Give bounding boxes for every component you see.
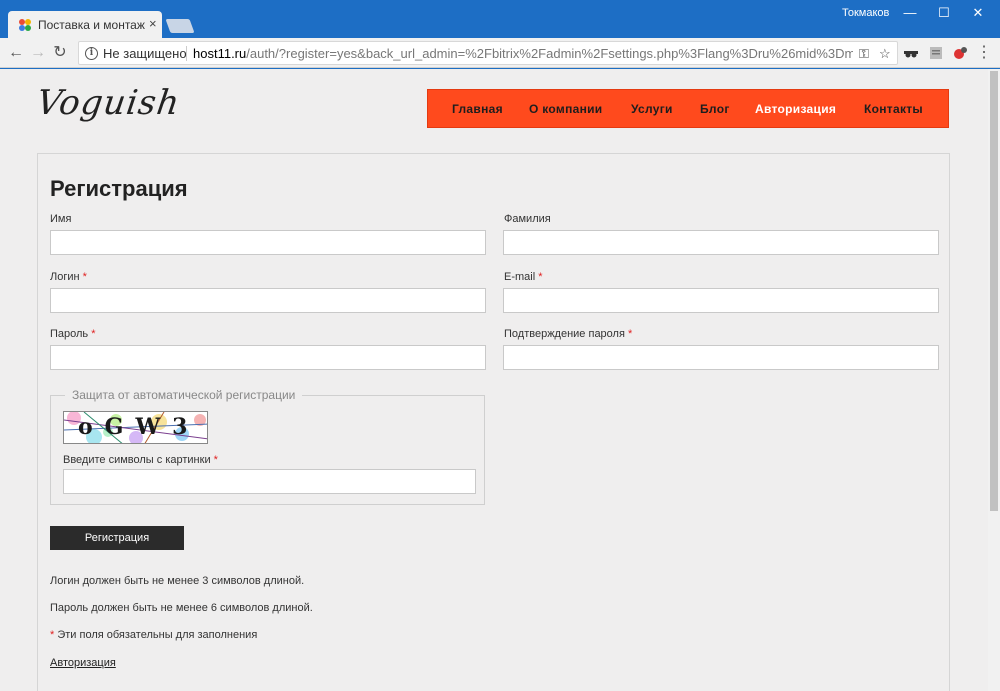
nav-link-about[interactable]: О компании: [529, 102, 603, 116]
email-label: E-mail *: [504, 271, 543, 283]
captcha-image: oGW3: [63, 411, 208, 444]
key-icon[interactable]: ⚿: [859, 46, 869, 62]
required-fields-note: * Эти поля обязательны для заполнения: [50, 629, 257, 641]
bookmark-star-icon[interactable]: ☆: [879, 46, 891, 62]
divider: [186, 46, 187, 61]
reader-extension-icon[interactable]: [929, 47, 943, 59]
captcha-fieldset: Защита от автоматической регистрации oGW…: [50, 388, 485, 505]
page-title: Регистрация: [50, 176, 188, 201]
window-titlebar: Поставка и монтаж холодильного оборудова…: [0, 0, 1000, 38]
new-tab-button[interactable]: [165, 19, 195, 33]
confirm-password-label-text: Подтверждение пароля: [504, 328, 625, 340]
first-name-label-text: Имя: [50, 213, 72, 225]
minimize-button[interactable]: —: [893, 2, 927, 24]
security-status[interactable]: Не защищено: [103, 46, 187, 61]
notification-extension-icon[interactable]: [953, 47, 967, 59]
confirm-password-input[interactable]: [503, 345, 939, 370]
page-viewport: Voguish Главная О компании Услуги Блог А…: [0, 69, 988, 691]
first-name-input[interactable]: [50, 230, 486, 255]
url-text[interactable]: host11.ru/auth/?register=yes&back_url_ad…: [193, 46, 853, 61]
password-label: Пароль *: [50, 328, 96, 340]
nav-link-home[interactable]: Главная: [452, 102, 503, 116]
captcha-input[interactable]: [63, 469, 476, 494]
auth-link[interactable]: Авторизация: [50, 657, 116, 669]
nav-link-blog[interactable]: Блог: [700, 102, 730, 116]
menu-button[interactable]: ⋮: [974, 43, 994, 63]
email-label-text: E-mail: [504, 271, 536, 283]
back-button[interactable]: ←: [6, 43, 26, 63]
info-icon[interactable]: i: [85, 47, 98, 60]
address-bar[interactable]: i Не защищено host11.ru/auth/?register=y…: [78, 41, 898, 65]
site-navigation: Главная О компании Услуги Блог Авторизац…: [427, 89, 949, 128]
required-fields-note-text: Эти поля обязательны для заполнения: [57, 629, 258, 641]
registration-panel: Регистрация Имя Фамилия Логин * E-mail *…: [37, 153, 950, 691]
password-input[interactable]: [50, 345, 486, 370]
nav-link-services[interactable]: Услуги: [631, 102, 673, 116]
required-mark: *: [91, 328, 96, 340]
required-mark: *: [538, 271, 543, 283]
incognito-extension-icon[interactable]: [904, 47, 918, 59]
captcha-text: oGW3: [78, 414, 200, 440]
required-mark: *: [213, 454, 218, 466]
scrollbar-thumb[interactable]: [990, 71, 998, 511]
required-mark: *: [628, 328, 633, 340]
password-label-text: Пароль: [50, 328, 89, 340]
nav-link-auth[interactable]: Авторизация: [755, 102, 836, 116]
url-host: host11.ru: [193, 46, 247, 61]
captcha-legend: Защита от автоматической регистрации: [65, 388, 303, 402]
register-button[interactable]: Регистрация: [50, 526, 184, 550]
password-length-note: Пароль должен быть не менее 6 символов д…: [50, 602, 313, 614]
required-mark: *: [82, 271, 87, 283]
profile-name[interactable]: Токмаков: [842, 7, 889, 19]
confirm-password-label: Подтверждение пароля *: [504, 328, 632, 340]
login-label-text: Логин: [50, 271, 80, 283]
nav-link-contacts[interactable]: Контакты: [864, 102, 923, 116]
reload-button[interactable]: ↻: [50, 43, 70, 63]
login-label: Логин *: [50, 271, 87, 283]
first-name-label: Имя: [50, 213, 71, 225]
email-input[interactable]: [503, 288, 939, 313]
captcha-input-label-text: Введите символы с картинки: [63, 454, 211, 466]
site-logo[interactable]: Voguish: [34, 83, 182, 123]
url-path: /auth/?register=yes&back_url_admin=%2Fbi…: [246, 46, 853, 61]
tab-close-icon[interactable]: ×: [149, 16, 157, 31]
browser-tab[interactable]: Поставка и монтаж холодильного оборудова…: [8, 11, 162, 38]
last-name-label-text: Фамилия: [504, 213, 551, 225]
login-length-note: Логин должен быть не менее 3 символов дл…: [50, 575, 305, 587]
browser-toolbar: ← → ↻ i Не защищено host11.ru/auth/?regi…: [0, 38, 1000, 68]
required-mark: *: [50, 629, 55, 641]
tab-title: Поставка и монтаж холодильного оборудова…: [38, 18, 148, 32]
close-window-button[interactable]: ✕: [961, 2, 995, 24]
last-name-label: Фамилия: [504, 213, 551, 225]
forward-button[interactable]: →: [28, 43, 48, 63]
maximize-button[interactable]: ☐: [927, 2, 961, 24]
page-scrollbar[interactable]: [988, 69, 1000, 691]
login-input[interactable]: [50, 288, 486, 313]
captcha-input-label: Введите символы с картинки *: [63, 454, 218, 466]
site-favicon-icon: [19, 19, 31, 31]
last-name-input[interactable]: [503, 230, 939, 255]
